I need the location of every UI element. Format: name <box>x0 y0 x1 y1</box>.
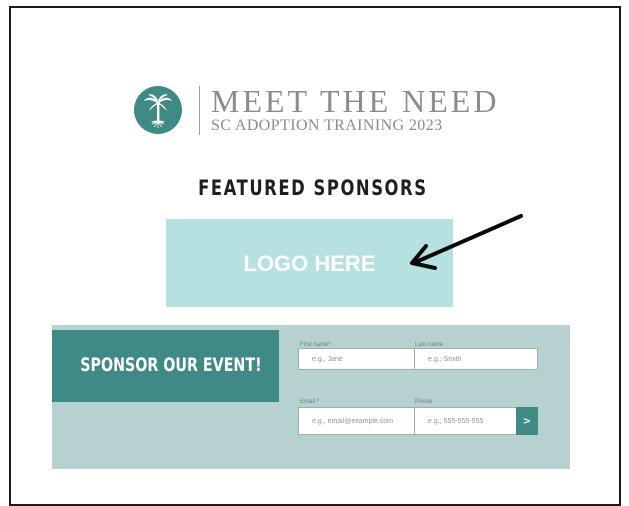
phone-input[interactable] <box>414 407 517 435</box>
brand-subtitle: SC ADOPTION TRAINING 2023 <box>211 117 443 134</box>
brand-title: MEET THE NEED <box>211 83 500 119</box>
last-name-input[interactable] <box>414 348 538 370</box>
sponsor-cta-label: SPONSOR OUR EVENT! <box>80 354 262 376</box>
phone-label: Phone <box>415 399 433 405</box>
sponsor-cta-banner: SPONSOR OUR EVENT! <box>52 330 279 402</box>
submit-button[interactable]: > <box>516 407 538 435</box>
email-input[interactable] <box>298 407 415 435</box>
first-name-input[interactable] <box>298 348 415 370</box>
featured-sponsors-heading: FEATURED SPONSORS <box>198 176 428 200</box>
email-label: Email * <box>300 399 320 405</box>
header-divider <box>199 86 200 135</box>
palm-tree-icon <box>134 86 182 134</box>
arrow-left-icon <box>410 214 523 270</box>
